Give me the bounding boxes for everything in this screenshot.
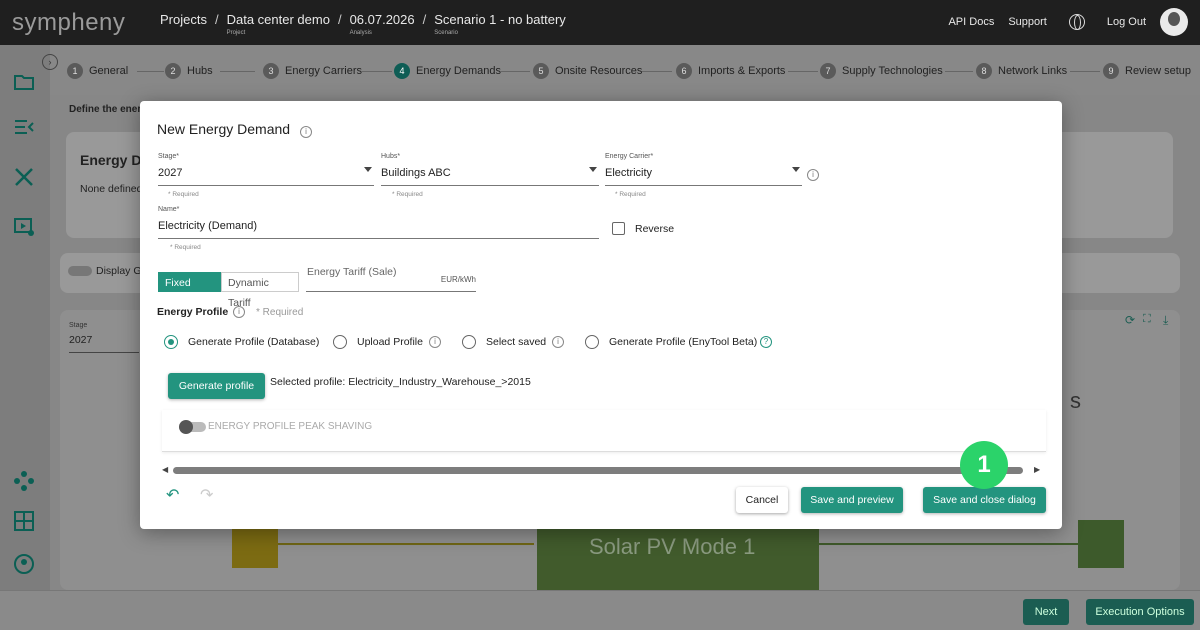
bottom-bar: Next Execution Options <box>0 590 1200 630</box>
avatar[interactable] <box>1160 8 1188 36</box>
tab-dynamic-tariff[interactable]: Dynamic Tariff <box>221 272 299 309</box>
tools-icon[interactable] <box>13 166 35 188</box>
account-icon[interactable] <box>13 553 35 575</box>
flow-arrow <box>278 543 534 545</box>
stage-label: Stage <box>69 322 88 329</box>
save-and-preview-button[interactable]: Save and preview <box>801 487 903 513</box>
top-bar: sympheny Projects / Data center demo Proj… <box>0 0 1200 45</box>
list-collapse-icon[interactable] <box>13 116 35 138</box>
define-text: Define the ener <box>69 104 142 115</box>
info-icon[interactable]: i <box>807 169 819 181</box>
hubs-select[interactable]: Hubs* Buildings ABC <box>381 153 599 186</box>
stepper: › 1 General 2 Hubs 3 Energy Carriers 4 Energ… <box>42 45 1200 95</box>
folder-icon[interactable] <box>13 71 35 93</box>
step-onsite-resources[interactable]: 5 Onsite Resources <box>533 63 642 79</box>
radio-select-saved[interactable] <box>462 335 476 349</box>
grid-icon[interactable] <box>13 510 35 532</box>
display-label: Display G <box>96 265 142 277</box>
peak-shaving-toggle[interactable] <box>179 420 206 434</box>
peak-shaving-panel: ENERGY PROFILE PEAK SHAVING <box>162 410 1046 452</box>
scroll-left-arrow-icon[interactable]: ◀ <box>162 465 168 474</box>
video-settings-icon[interactable] <box>13 216 35 238</box>
save-and-close-button[interactable]: Save and close dialog <box>923 487 1046 513</box>
card-text: None defined <box>80 183 143 195</box>
scroll-right-arrow-icon[interactable]: ▶ <box>1034 465 1040 474</box>
step-energy-carriers[interactable]: 3 Energy Carriers <box>263 63 362 79</box>
logout-link[interactable]: Log Out <box>1107 16 1146 28</box>
support-link[interactable]: Support <box>1008 16 1047 28</box>
dropdown-arrow-icon <box>364 167 372 172</box>
sidebar: ? <box>0 45 50 630</box>
info-icon[interactable]: i <box>429 336 441 348</box>
energy-tariff-input[interactable]: Energy Tariff (Sale) EUR/kWh <box>306 261 476 292</box>
energy-profile-label: Energy Profile <box>157 306 229 318</box>
chevron-right-icon[interactable]: › <box>42 54 58 70</box>
new-energy-demand-dialog: New Energy Demand i Stage* 2027 * Requir… <box>140 101 1062 529</box>
step-imports-exports[interactable]: 6 Imports & Exports <box>676 63 785 79</box>
info-icon[interactable]: i <box>299 126 312 138</box>
info-icon[interactable]: i <box>552 336 564 348</box>
download-icon[interactable]: ⤓ <box>1163 313 1168 328</box>
solar-pv-node[interactable]: Solar PV Mode 1 <box>537 520 819 592</box>
undo-icon[interactable]: ↶ <box>166 485 179 505</box>
reverse-checkbox[interactable] <box>612 222 625 235</box>
reverse-label: Reverse <box>635 223 675 235</box>
step-marker: 1 <box>960 441 1008 489</box>
help-icon[interactable]: ? <box>760 336 772 348</box>
dropdown-arrow-icon <box>589 167 597 172</box>
tab-fixed-tariff[interactable]: Fixed Tariff <box>158 272 221 309</box>
step-hubs[interactable]: 2 Hubs <box>165 63 213 79</box>
refresh-icon[interactable]: ⟳ <box>1125 313 1135 327</box>
step-review-setup[interactable]: 9 Review setup <box>1103 63 1191 79</box>
energy-carrier-select[interactable]: Energy Carrier* Electricity <box>605 153 802 186</box>
breadcrumb-analysis[interactable]: 06.07.2026 Analysis <box>350 12 415 36</box>
step-supply-technologies[interactable]: 7 Supply Technologies <box>820 63 943 79</box>
api-docs-link[interactable]: API Docs <box>948 16 994 28</box>
breadcrumb: Projects / Data center demo Project / 06.… <box>160 12 566 36</box>
breadcrumb-projects[interactable]: Projects <box>160 12 207 27</box>
generate-profile-button[interactable]: Generate profile <box>168 373 265 399</box>
radio-generate-enytool[interactable] <box>585 335 599 349</box>
breadcrumb-project[interactable]: Data center demo Project <box>227 12 330 36</box>
dialog-title: New Energy Demand i <box>157 121 312 138</box>
redo-icon[interactable]: ↷ <box>200 485 213 505</box>
radio-upload-profile[interactable] <box>333 335 347 349</box>
execution-options-button[interactable]: Execution Options <box>1086 599 1194 625</box>
horizontal-scrollbar[interactable] <box>173 467 1023 474</box>
card-title: Energy De <box>80 152 150 168</box>
flow-arrow <box>819 543 1079 545</box>
app-logo[interactable]: sympheny <box>12 9 125 37</box>
step-energy-demands[interactable]: 4 Energy Demands <box>394 63 501 79</box>
display-toggle[interactable] <box>68 266 92 276</box>
network-icon[interactable] <box>13 470 35 492</box>
name-field[interactable]: Name* Electricity (Demand) <box>158 206 599 239</box>
next-button[interactable]: Next <box>1023 599 1069 625</box>
globe-icon[interactable] <box>1068 14 1085 30</box>
dropdown-arrow-icon <box>792 167 800 172</box>
stage-select[interactable]: Stage* 2027 <box>158 153 374 186</box>
breadcrumb-scenario[interactable]: Scenario 1 - no battery Scenario <box>434 12 566 36</box>
unit-label: EUR/kWh <box>440 275 476 284</box>
partial-label: s <box>1070 388 1081 413</box>
profile-required: * Required <box>256 307 304 318</box>
step-general[interactable]: 1 General <box>67 63 128 79</box>
cancel-button[interactable]: Cancel <box>736 487 788 513</box>
selected-profile-text: Selected profile: Electricity_Industry_W… <box>270 376 531 388</box>
radio-generate-database[interactable] <box>164 335 178 349</box>
stage-value[interactable]: 2027 <box>69 334 92 346</box>
target-node[interactable] <box>1078 520 1124 568</box>
info-icon[interactable]: i <box>233 306 245 318</box>
fullscreen-icon[interactable]: ⛶ <box>1143 313 1151 326</box>
step-network-links[interactable]: 8 Network Links <box>976 63 1067 79</box>
